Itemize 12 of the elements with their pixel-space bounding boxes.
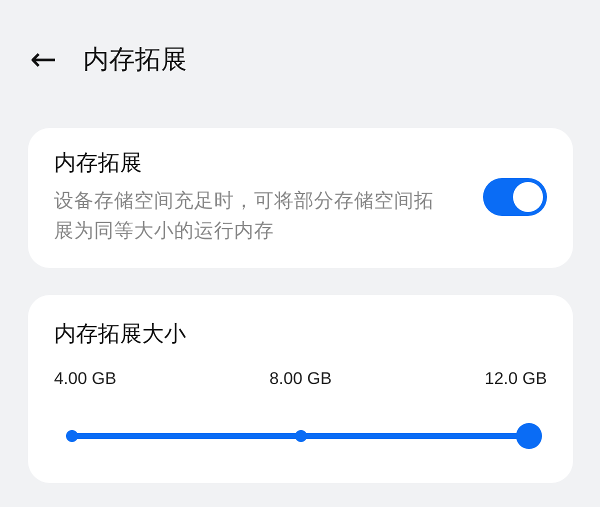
tick-mark	[66, 430, 78, 442]
page-title: 内存拓展	[82, 44, 187, 76]
toggle-switch[interactable]	[483, 178, 547, 216]
slider-title: 内存拓展大小	[54, 322, 186, 347]
back-button[interactable]: ←	[30, 43, 57, 75]
setting-title: 内存拓展	[54, 150, 143, 178]
setting-description: 设备存储空间充足时，可将部分存储空间拓展为同等大小的运行内存	[54, 188, 435, 244]
size-option[interactable]: 4.00 GB	[54, 369, 116, 389]
size-option[interactable]: 8.00 GB	[269, 369, 332, 389]
size-option[interactable]: 12.0 GB	[484, 369, 547, 389]
tick-mark	[294, 430, 306, 442]
slider-thumb[interactable]	[516, 423, 542, 449]
